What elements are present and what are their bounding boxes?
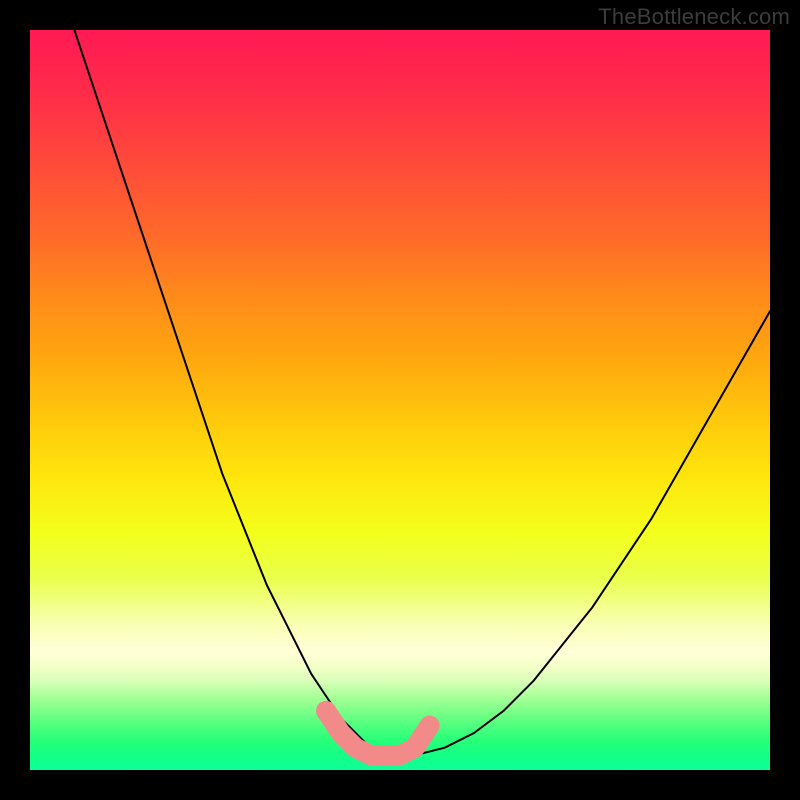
plot-area	[30, 30, 770, 770]
chart-frame: TheBottleneck.com	[0, 0, 800, 800]
bottleneck-curve	[74, 30, 770, 755]
watermark-text: TheBottleneck.com	[598, 4, 790, 30]
optimal-band-marker	[326, 711, 430, 755]
chart-svg	[30, 30, 770, 770]
